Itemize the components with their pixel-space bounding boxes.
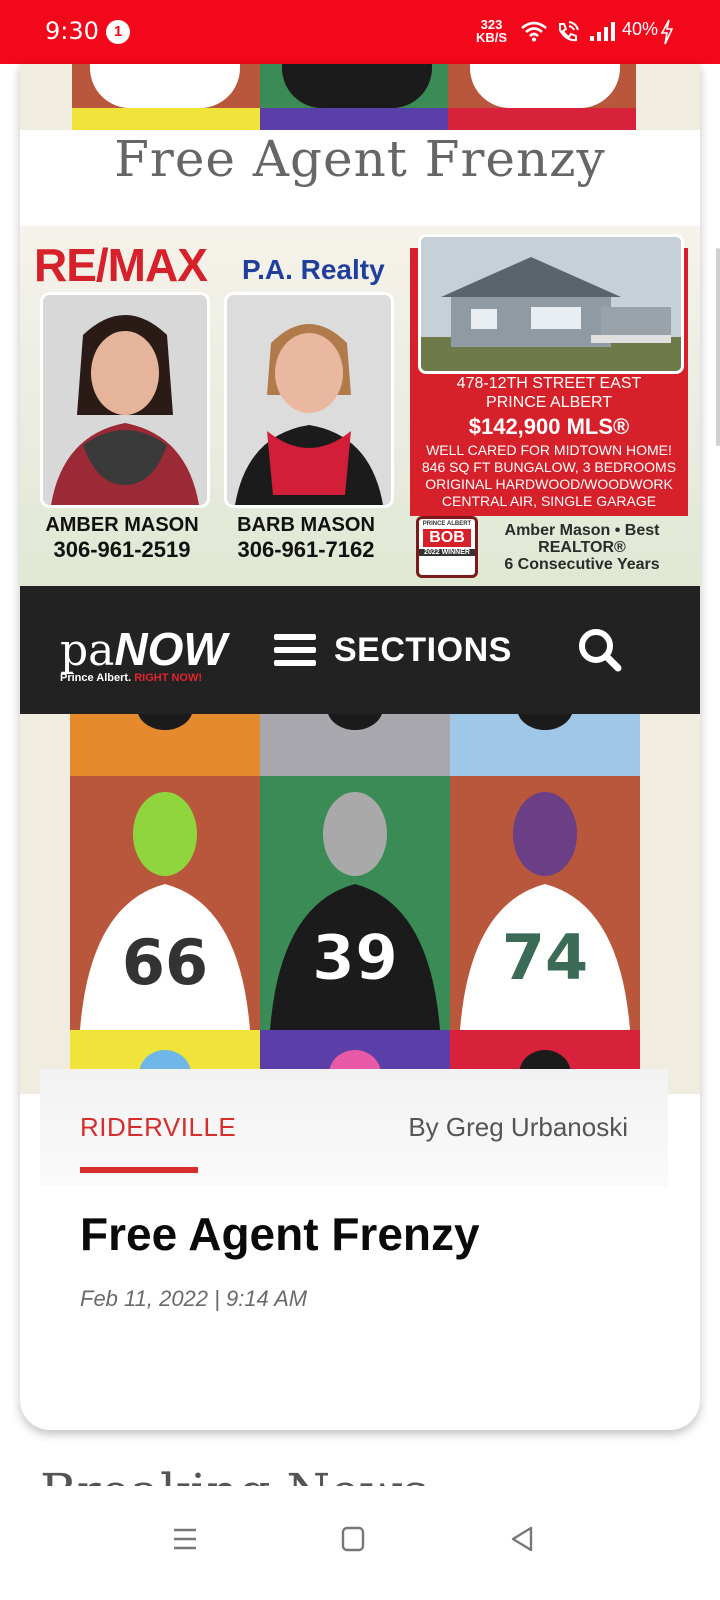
previous-article-title[interactable]: Free Agent Frenzy xyxy=(114,130,606,188)
previous-hero-image-strip xyxy=(20,64,700,130)
badge-winner-text: 2022 WINNER xyxy=(419,549,475,556)
notification-count-badge: 1 xyxy=(106,20,130,44)
listing-price: $142,900 MLS® xyxy=(468,414,630,439)
category-link[interactable]: RIDERVILLE xyxy=(80,1112,236,1143)
agent-phone: 306-961-7162 xyxy=(237,537,375,562)
remax-logo: RE/MAX xyxy=(34,239,208,291)
panow-logo[interactable]: paNOW Prince Albert. RIGHT NOW! xyxy=(60,622,227,684)
article-card[interactable]: Free Agent Frenzy RE/MAX P.A. Realty AMB… xyxy=(20,64,700,1430)
agent-portrait-image xyxy=(43,295,207,505)
jersey-number: 74 xyxy=(502,921,588,994)
house-photo xyxy=(418,234,684,374)
article-hero-image[interactable]: 66 39 74 xyxy=(20,714,700,1094)
agent-photo-amber xyxy=(40,292,210,508)
network-speed: 323 KB/S xyxy=(476,18,507,44)
breaking-news-heading: Breaking News xyxy=(40,1462,680,1486)
category-underline xyxy=(80,1167,198,1173)
best-realtor-line1: Amber Mason • Best REALTOR® xyxy=(504,522,660,556)
recent-apps-icon[interactable] xyxy=(172,1526,198,1552)
network-speed-unit: KB/S xyxy=(476,30,508,45)
listing-desc-line: CENTRAL AIR, SINGLE GARAGE xyxy=(441,493,657,509)
status-icons xyxy=(520,20,618,42)
listing-desc-line: 846 SQ FT BUNGALOW, 3 BEDROOMS xyxy=(421,459,677,475)
badge-main-text: BOB xyxy=(423,529,471,547)
article-title[interactable]: Free Agent Frenzy xyxy=(80,1207,480,1261)
remax-subbrand: P.A. Realty xyxy=(242,254,385,285)
search-icon[interactable] xyxy=(576,626,624,674)
logo-tagline-white: Prince Albert. xyxy=(60,672,132,684)
site-navbar: paNOW Prince Albert. RIGHT NOW! SECTIONS xyxy=(20,586,700,714)
best-of-business-badge: PRINCE ALBERT BOB 2022 WINNER xyxy=(416,516,478,578)
logo-pa: pa xyxy=(60,625,115,676)
badge-top-text: PRINCE ALBERT xyxy=(422,521,472,527)
agent-info-barb: BARB MASON 306-961-7162 xyxy=(206,514,406,563)
listing-description: WELL CARED FOR MIDTOWN HOME! 846 SQ FT B… xyxy=(410,442,688,510)
back-icon[interactable] xyxy=(510,1526,534,1552)
listing-address-line1: 478-12TH STREET EAST xyxy=(456,375,642,392)
best-realtor-text: Amber Mason • Best REALTOR® 6 Consecutiv… xyxy=(472,522,692,573)
home-icon[interactable] xyxy=(341,1526,365,1552)
hero-pop-art-image: 66 39 74 xyxy=(20,714,700,1094)
battery-level: 40% xyxy=(622,19,659,39)
charging-icon xyxy=(660,19,674,45)
author-byline[interactable]: By Greg Urbanoski xyxy=(408,1112,628,1143)
listing-address: 478-12TH STREET EAST PRINCE ALBERT xyxy=(410,374,688,412)
jersey-number: 66 xyxy=(122,926,208,999)
listing-address-line2: PRINCE ALBERT xyxy=(486,394,612,411)
article-meta-bar: RIDERVILLE By Greg Urbanoski xyxy=(40,1069,668,1187)
scrollbar-thumb[interactable] xyxy=(716,248,720,446)
listing-desc-line: WELL CARED FOR MIDTOWN HOME! xyxy=(426,442,672,458)
listing-desc-line: ORIGINAL HARDWOOD/WOODWORK xyxy=(425,476,673,492)
wifi-icon xyxy=(521,21,547,42)
agent-portrait-image xyxy=(227,295,391,505)
agent-name: BARB MASON xyxy=(237,514,375,536)
breaking-news-title: Breaking News xyxy=(40,1462,680,1486)
best-realtor-line2: 6 Consecutive Years xyxy=(504,556,660,573)
remax-ad-banner[interactable]: RE/MAX P.A. Realty AMBER MASON 306-961-2… xyxy=(20,226,700,586)
logo-now: NOW xyxy=(114,623,227,675)
agent-name: AMBER MASON xyxy=(45,514,199,536)
status-bar: 9:30 1 323 KB/S 40% xyxy=(0,0,720,64)
agent-phone: 306-961-2519 xyxy=(53,537,191,562)
hamburger-icon xyxy=(274,634,316,666)
sections-label: SECTIONS xyxy=(334,630,512,669)
logo-tagline: Prince Albert. RIGHT NOW! xyxy=(60,672,202,684)
jersey-number: 39 xyxy=(312,921,398,994)
status-time: 9:30 xyxy=(45,17,99,45)
system-navigation-bar xyxy=(0,1488,720,1600)
signal-icon xyxy=(590,22,615,41)
agent-info-amber: AMBER MASON 306-961-2519 xyxy=(22,514,222,563)
sections-menu-button[interactable]: SECTIONS xyxy=(274,628,512,672)
house-image xyxy=(421,237,681,371)
logo-tagline-red: RIGHT NOW! xyxy=(134,672,203,684)
agent-photo-barb xyxy=(224,292,394,508)
wifi-calling-icon xyxy=(559,21,579,42)
article-date: Feb 11, 2022 | 9:14 AM xyxy=(80,1286,308,1311)
